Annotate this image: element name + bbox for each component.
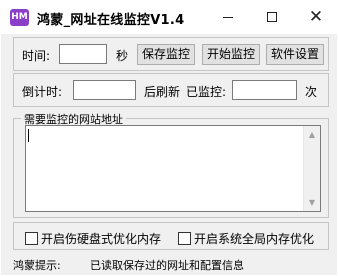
checkbox-icon[interactable] xyxy=(25,232,38,245)
maximize-icon xyxy=(267,12,277,22)
software-settings-button[interactable]: 软件设置 xyxy=(266,44,324,65)
seconds-label: 秒 xyxy=(116,49,129,63)
options-panel: 开启伤硬盘式优化内存 开启系统全局内存优化 xyxy=(13,222,329,250)
monitored-count-field xyxy=(232,80,297,100)
status-panel: 倒计时: 后刷新 已监控: 次 xyxy=(13,73,329,107)
hard-disk-opt-label: 开启伤硬盘式优化内存 xyxy=(41,232,162,246)
refresh-label: 后刷新 xyxy=(144,85,181,99)
minimize-icon xyxy=(223,16,233,18)
status-message: 已读取保存过的网址和配置信息 xyxy=(90,259,244,272)
scroll-up-icon[interactable]: ▲ xyxy=(304,126,320,143)
system-opt-checkbox[interactable]: 开启系统全局内存优化 xyxy=(178,230,314,247)
url-textarea[interactable]: ▲ ▼ xyxy=(25,125,321,212)
monitored-label: 已监控: xyxy=(186,85,227,99)
countdown-field xyxy=(73,80,136,100)
maximize-button[interactable] xyxy=(250,0,294,34)
url-group: 需要监控的网站地址 ▲ ▼ xyxy=(13,111,329,218)
minimize-button[interactable] xyxy=(206,0,250,34)
close-button[interactable]: ✕ xyxy=(294,0,338,34)
time-label: 时间: xyxy=(22,49,51,63)
times-label: 次 xyxy=(305,85,318,99)
close-icon: ✕ xyxy=(308,6,324,27)
time-input[interactable] xyxy=(59,44,107,64)
window-title: 鸿蒙_网址在线监控V1.4 xyxy=(37,13,185,28)
text-caret xyxy=(28,129,29,142)
checkbox-icon[interactable] xyxy=(178,232,191,245)
app-logo-icon: HM xyxy=(10,9,29,26)
save-monitor-button[interactable]: 保存监控 xyxy=(137,44,195,65)
status-bar: 鸿蒙提示: 已读取保存过的网址和配置信息 xyxy=(1,254,337,275)
scroll-down-icon[interactable]: ▼ xyxy=(304,194,320,211)
countdown-label: 倒计时: xyxy=(22,85,63,99)
hard-disk-opt-checkbox[interactable]: 开启伤硬盘式优化内存 xyxy=(25,230,161,247)
timer-panel: 时间: 秒 保存监控 开始监控 软件设置 xyxy=(13,37,329,71)
system-opt-label: 开启系统全局内存优化 xyxy=(194,232,315,246)
title-bar: HM 鸿蒙_网址在线监控V1.4 ✕ xyxy=(0,0,338,34)
start-monitor-button[interactable]: 开始监控 xyxy=(202,44,260,65)
vertical-scrollbar[interactable]: ▲ ▼ xyxy=(303,126,320,211)
status-label: 鸿蒙提示: xyxy=(13,259,61,272)
